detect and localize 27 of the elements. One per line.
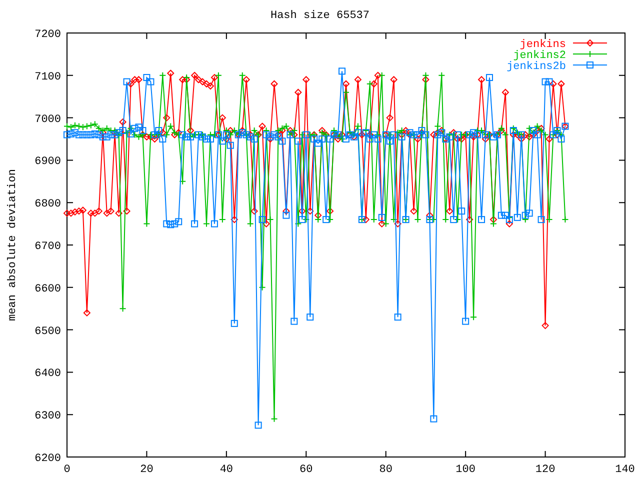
chart-title: Hash size 65537 (270, 10, 370, 22)
y-tick-label: 6700 (34, 241, 61, 253)
y-tick-label: 6600 (34, 283, 61, 296)
x-tick-label: 40 (220, 464, 234, 476)
y-tick-label: 7000 (34, 114, 61, 126)
y-tick-label: 6300 (34, 410, 61, 423)
y-tick-label: 6200 (34, 453, 61, 465)
legend-swatch (572, 50, 608, 58)
y-tick-label: 6800 (34, 198, 61, 211)
y-tick-label: 7100 (34, 71, 61, 84)
legend-label: jenkins (520, 39, 566, 51)
legend-swatch (572, 39, 608, 47)
y-axis-label: mean absolute deviation (7, 169, 19, 321)
x-tick-label: 120 (535, 464, 556, 476)
y-tick-label: 6900 (34, 156, 61, 168)
x-tick-label: 140 (615, 464, 635, 476)
x-tick-label: 80 (379, 464, 392, 476)
y-tick-label: 6400 (34, 368, 61, 380)
x-tick-label: 0 (64, 464, 70, 476)
x-tick-label: 100 (456, 464, 476, 476)
legend-label: jenkins2b (506, 61, 566, 73)
x-tick-label: 20 (140, 464, 154, 476)
y-tick-label: 7200 (34, 29, 61, 41)
legend-label: jenkins2 (513, 50, 566, 62)
x-tick-label: 60 (300, 464, 313, 476)
legend-swatch (572, 62, 608, 68)
y-tick-label: 6500 (34, 326, 61, 338)
